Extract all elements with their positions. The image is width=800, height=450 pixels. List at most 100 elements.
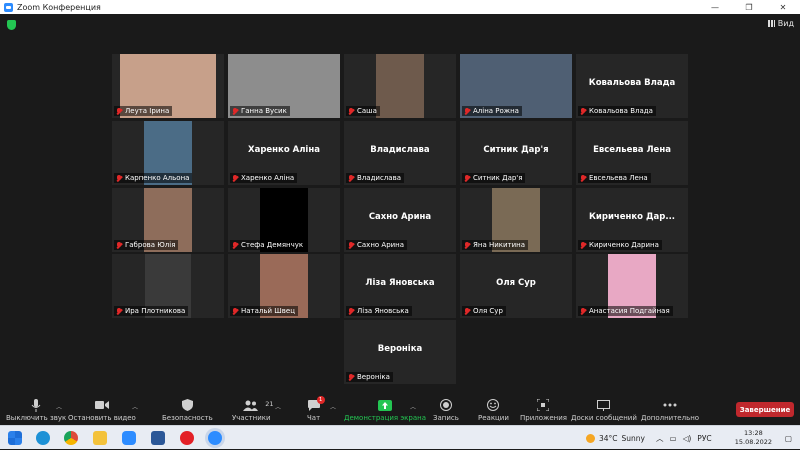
- record-icon: [439, 399, 452, 411]
- participant-name: Стефа Демянчук: [241, 241, 304, 249]
- participants-caret-icon[interactable]: ︿: [275, 402, 281, 411]
- participant-name: Карпенко Альона: [125, 174, 190, 182]
- participant-display-name: Ліза Яновська: [365, 278, 435, 288]
- apps-button[interactable]: Приложения: [520, 395, 567, 425]
- participants-button[interactable]: 21 Участники: [232, 395, 274, 425]
- reactions-button[interactable]: Реакции: [478, 395, 509, 425]
- stop-video-button[interactable]: Остановить видео: [68, 395, 136, 425]
- video-caret-icon[interactable]: ︿: [132, 402, 138, 411]
- zoom-meeting-taskbar-icon[interactable]: [208, 431, 222, 445]
- stop-video-label: Остановить видео: [68, 414, 136, 422]
- zoom-taskbar-icon[interactable]: [122, 431, 136, 445]
- clock-time: 13:28: [744, 429, 763, 437]
- security-button[interactable]: Безопасность: [162, 395, 213, 425]
- system-clock[interactable]: 13:28 15.08.2022: [735, 429, 772, 447]
- windows-start-icon[interactable]: [8, 431, 22, 445]
- mute-caret-icon[interactable]: ︿: [56, 402, 62, 411]
- participant-name-label: Оля Сур: [462, 306, 506, 316]
- muted-mic-icon: [348, 174, 354, 182]
- whiteboards-button[interactable]: Доски сообщений: [571, 395, 637, 425]
- language-indicator[interactable]: РУС: [697, 434, 711, 443]
- muted-mic-icon: [116, 241, 122, 249]
- apps-label: Приложения: [520, 414, 567, 422]
- participant-tile[interactable]: Ковальова Влада Ковальова Влада: [576, 54, 688, 118]
- notifications-icon[interactable]: ▢: [785, 426, 792, 450]
- participant-tile[interactable]: Натальй Швец: [228, 254, 340, 318]
- participant-name-label: Ситник Дар'я: [462, 173, 526, 183]
- share-caret-icon[interactable]: ︿: [410, 402, 416, 411]
- microphone-icon: [31, 398, 41, 412]
- opera-icon[interactable]: [180, 431, 194, 445]
- share-screen-label: Демонстрация экрана: [344, 414, 426, 422]
- participant-tile[interactable]: Харенко Аліна Харенко Аліна: [228, 121, 340, 185]
- participant-name-label: Вероніка: [346, 372, 393, 382]
- participant-tile[interactable]: Ганна Вусик: [228, 54, 340, 118]
- display-icon[interactable]: ▭: [670, 434, 677, 443]
- muted-mic-icon: [464, 107, 470, 115]
- participants-label: Участники: [232, 414, 271, 422]
- muted-mic-icon: [232, 107, 238, 115]
- participant-tile[interactable]: Саша: [344, 54, 456, 118]
- participant-tile[interactable]: Ира Плотникова: [112, 254, 224, 318]
- participant-tile[interactable]: Кириченко Дар... Кириченко Дарина: [576, 188, 688, 252]
- participant-tile[interactable]: Сахно Арина Сахно Арина: [344, 188, 456, 252]
- participant-tile[interactable]: Ситник Дар'я Ситник Дар'я: [460, 121, 572, 185]
- windows-taskbar: 34°C Sunny ︿ ▭ ◁) РУС 13:28 15.08.2022 ▢: [0, 425, 800, 449]
- participant-name: Натальй Швец: [241, 307, 295, 315]
- participant-name: Анастасия Подгайная: [589, 307, 670, 315]
- participant-name: Леута Ірина: [125, 107, 170, 115]
- participant-tile[interactable]: Аліна Рожна: [460, 54, 572, 118]
- more-button[interactable]: Дополнительно: [641, 395, 699, 425]
- participant-display-name: Сахно Арина: [368, 212, 432, 222]
- muted-mic-icon: [348, 107, 354, 115]
- share-screen-icon: [378, 399, 392, 411]
- chat-badge: 1: [316, 396, 325, 404]
- chat-label: Чат: [307, 414, 321, 422]
- participant-name: Ліза Яновська: [357, 307, 409, 315]
- chrome-icon[interactable]: [64, 431, 78, 445]
- chevron-up-icon[interactable]: ︿: [656, 433, 664, 444]
- participant-name: Саша: [357, 107, 377, 115]
- participant-name: Кириченко Дарина: [589, 241, 659, 249]
- word-icon[interactable]: [151, 431, 165, 445]
- more-icon: [663, 403, 677, 407]
- participant-name-label: Владислава: [346, 173, 404, 183]
- end-meeting-button[interactable]: Завершение: [736, 402, 794, 417]
- participant-name: Аліна Рожна: [473, 107, 519, 115]
- participant-name: Яна Никитина: [473, 241, 526, 249]
- participant-tile[interactable]: Стефа Демянчук: [228, 188, 340, 252]
- participant-tile[interactable]: Карпенко Альона: [112, 121, 224, 185]
- muted-mic-icon: [580, 174, 586, 182]
- participant-tile[interactable]: Анастасия Подгайная: [576, 254, 688, 318]
- participant-tile[interactable]: Евсельева Лена Евсельева Лена: [576, 121, 688, 185]
- participant-tile[interactable]: Вероніка Вероніка: [344, 320, 456, 384]
- participant-display-name: Ковальова Влада: [588, 78, 676, 88]
- participant-tile[interactable]: Ліза Яновська Ліза Яновська: [344, 254, 456, 318]
- shield-icon: [181, 399, 193, 411]
- muted-mic-icon: [232, 241, 238, 249]
- volume-icon[interactable]: ◁): [683, 434, 692, 443]
- participant-name-label: Харенко Аліна: [230, 173, 298, 183]
- mute-label: Выключить звук: [6, 414, 67, 422]
- participant-name-label: Кириченко Дарина: [578, 240, 662, 250]
- participants-count: 21: [265, 400, 274, 408]
- record-button[interactable]: Запись: [433, 395, 459, 425]
- participant-tile[interactable]: Габрова Юлія: [112, 188, 224, 252]
- participant-tile[interactable]: Владислава Владислава: [344, 121, 456, 185]
- weather-widget[interactable]: 34°C Sunny: [586, 426, 645, 450]
- muted-mic-icon: [580, 307, 586, 315]
- file-explorer-icon[interactable]: [93, 431, 107, 445]
- participant-tile[interactable]: Яна Никитина: [460, 188, 572, 252]
- participant-name-label: Саша: [346, 106, 380, 116]
- muted-mic-icon: [232, 307, 238, 315]
- muted-mic-icon: [348, 241, 354, 249]
- participant-tile[interactable]: Оля Сур Оля Сур: [460, 254, 572, 318]
- participant-video: [376, 54, 424, 118]
- participant-name-label: Леута Ірина: [114, 106, 173, 116]
- chat-button[interactable]: 1 Чат: [307, 395, 325, 425]
- participant-name: Вероніка: [357, 373, 390, 381]
- chat-caret-icon[interactable]: ︿: [330, 402, 336, 411]
- sun-icon: [586, 433, 595, 443]
- edge-icon[interactable]: [36, 431, 50, 445]
- participant-tile[interactable]: Леута Ірина: [112, 54, 224, 118]
